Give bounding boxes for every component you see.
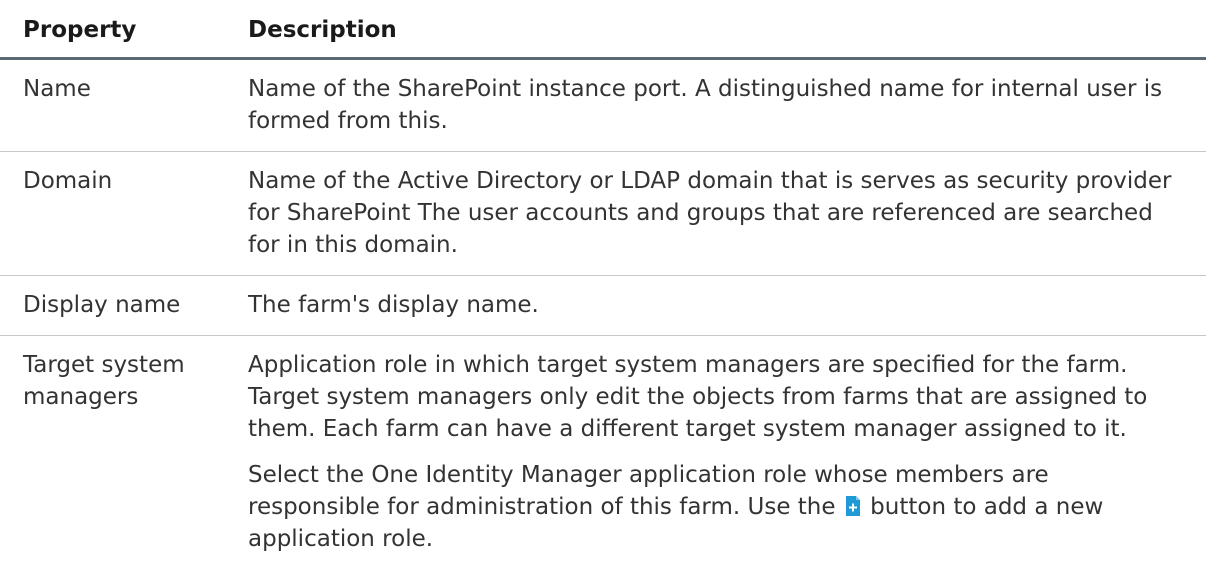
header-property: Property <box>23 17 137 43</box>
property-name: Name <box>23 76 91 102</box>
description-text: Application role in which target system … <box>248 352 1148 442</box>
header-description: Description <box>248 17 397 43</box>
table-header: Property Description <box>0 0 1206 60</box>
property-table: Property Description Name Name of the Sh… <box>0 0 1206 569</box>
description-text-with-icon: Select the One Identity Manager applicat… <box>248 459 1186 555</box>
description-text: Name of the Active Directory or LDAP dom… <box>248 168 1172 258</box>
table-row: Domain Name of the Active Directory or L… <box>0 152 1206 276</box>
description-text: Name of the SharePoint instance port. A … <box>248 76 1163 134</box>
property-name: Display name <box>23 292 181 318</box>
table-row: Name Name of the SharePoint instance por… <box>0 60 1206 152</box>
description-text: The farm's display name. <box>248 292 539 318</box>
description-cell: Name of the Active Directory or LDAP dom… <box>248 152 1206 275</box>
property-name: Domain <box>23 168 113 194</box>
add-document-icon <box>845 494 861 516</box>
description-cell: Name of the SharePoint instance port. A … <box>248 60 1206 151</box>
table-row: Target system managers Application role … <box>0 336 1206 569</box>
table-row: Display name The farm's display name. <box>0 276 1206 336</box>
description-cell: Application role in which target system … <box>248 336 1206 569</box>
description-cell: The farm's display name. <box>248 276 1206 335</box>
property-name: Target system managers <box>23 352 185 410</box>
